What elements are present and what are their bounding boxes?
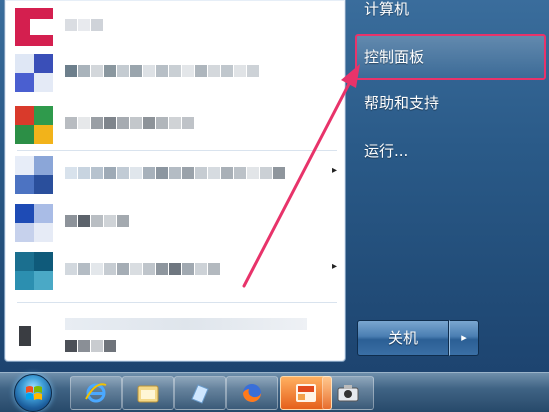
program-item[interactable]: [11, 200, 341, 244]
program-label-pixelated: [65, 19, 305, 31]
camera-icon[interactable]: [322, 376, 374, 410]
program-label-pixelated: [65, 215, 305, 227]
program-icon: [15, 156, 53, 194]
program-item[interactable]: [11, 4, 341, 48]
program-item[interactable]: ▸: [11, 152, 341, 196]
program-icon: [15, 54, 53, 92]
programs-pane: ▸ ▸: [4, 0, 346, 362]
program-item[interactable]: [11, 320, 341, 364]
program-label-pixelated: [65, 167, 305, 179]
program-label-pixelated: [65, 117, 305, 129]
divider: [17, 302, 337, 303]
run-item[interactable]: 运行...: [356, 134, 544, 168]
program-label-pixelated: [65, 340, 305, 352]
media-player-icon[interactable]: [174, 376, 226, 410]
shutdown-options-button[interactable]: ▸: [449, 320, 479, 356]
divider: [17, 150, 337, 151]
program-icon: [15, 106, 53, 144]
program-icon: [15, 252, 53, 290]
program-item[interactable]: [11, 102, 341, 146]
program-icon: [15, 204, 53, 242]
submenu-arrow-icon[interactable]: ▸: [332, 165, 337, 176]
windows-orb-icon[interactable]: [14, 374, 52, 412]
program-icon: [15, 8, 53, 46]
folder-icon[interactable]: [122, 376, 174, 410]
program-item[interactable]: [11, 50, 341, 94]
shutdown-button[interactable]: 关机: [357, 320, 449, 356]
control-panel-item[interactable]: 控制面板: [356, 40, 544, 74]
program-label-pixelated: [65, 65, 305, 77]
start-menu: ▸ ▸ 计算机 控制面板 帮助和支持 运行... 关机 ▸: [0, 0, 549, 372]
computer-item[interactable]: 计算机: [356, 0, 544, 26]
program-label-pixelated: [65, 263, 305, 275]
program-item[interactable]: ▸: [11, 248, 341, 292]
program-icon: [19, 326, 31, 346]
help-and-support-item[interactable]: 帮助和支持: [356, 86, 544, 120]
submenu-arrow-icon[interactable]: ▸: [332, 261, 337, 272]
firefox-icon[interactable]: [226, 376, 278, 410]
internet-explorer-icon[interactable]: [70, 376, 122, 410]
